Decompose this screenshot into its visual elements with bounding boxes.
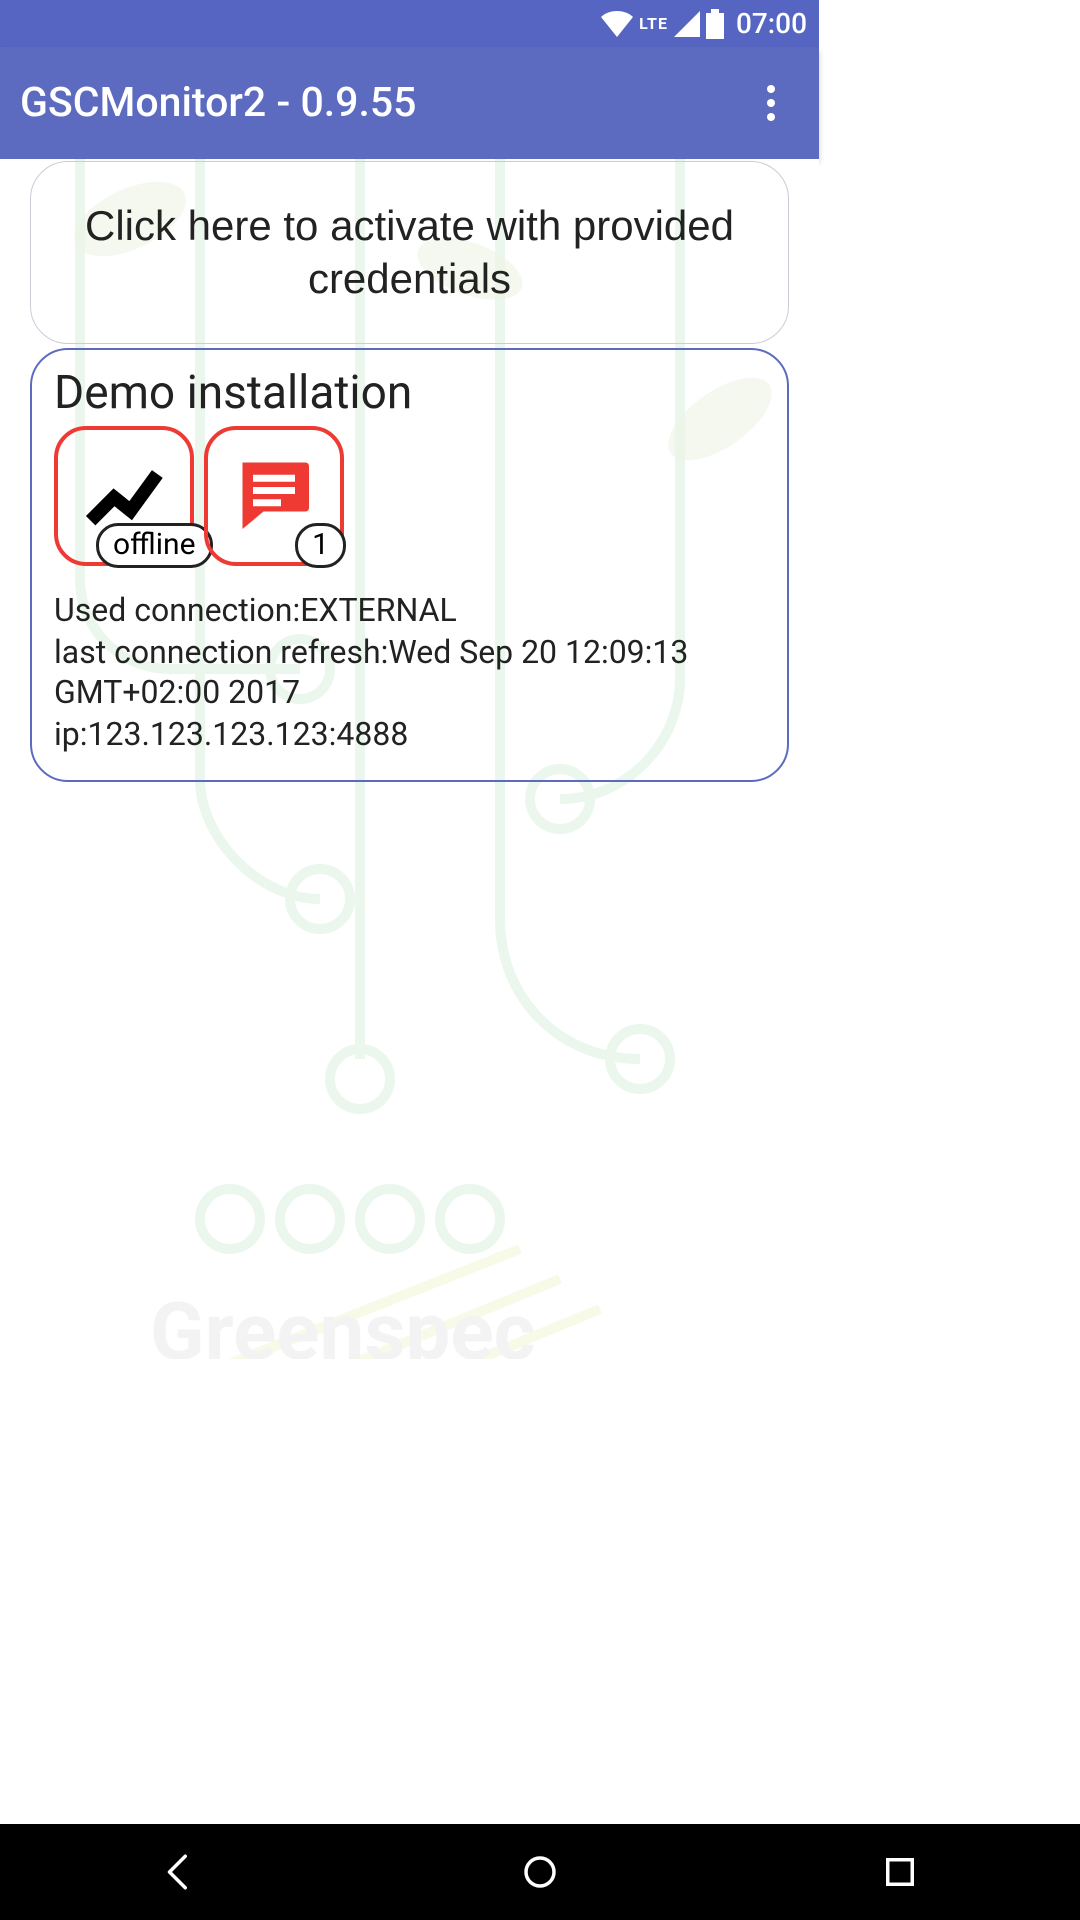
installation-card[interactable]: Demo installation offline <box>30 348 789 782</box>
clock: 07:00 <box>736 7 807 40</box>
ip-value: 123.123.123.123:4888 <box>88 715 409 753</box>
activate-credentials-button[interactable]: Click here to activate with provided cre… <box>30 161 789 344</box>
installation-title: Demo installation <box>54 366 765 420</box>
recents-button[interactable] <box>840 1842 960 1902</box>
system-nav-bar <box>0 1824 1080 1920</box>
app-bar: GSCMonitor2 - 0.9.55 <box>0 47 819 159</box>
overflow-menu-button[interactable] <box>743 75 799 131</box>
message-count-badge: 1 <box>295 523 346 568</box>
back-icon <box>159 1851 201 1893</box>
wifi-icon <box>601 11 633 37</box>
used-connection-label: Used connection: <box>54 591 300 629</box>
content-area: Greenspec Click here to activate with pr… <box>0 159 819 1360</box>
home-button[interactable] <box>480 1842 600 1902</box>
battery-icon <box>706 9 724 39</box>
tile-row: offline 1 <box>54 426 765 566</box>
lte-label: LTE <box>639 14 668 33</box>
installation-info: Used connection:EXTERNAL last connection… <box>54 590 765 754</box>
messages-tile[interactable]: 1 <box>204 426 344 566</box>
status-bar: LTE 07:00 <box>0 0 819 47</box>
brand-watermark: Greenspec <box>150 1285 535 1359</box>
status-badge: offline <box>96 523 213 568</box>
status-tile[interactable]: offline <box>54 426 194 566</box>
circle-icon <box>519 1851 561 1893</box>
vertical-dots-icon <box>767 85 775 93</box>
last-refresh-label: last connection refresh: <box>54 633 388 671</box>
app-title: GSCMonitor2 - 0.9.55 <box>20 79 743 127</box>
signal-icon <box>674 11 700 37</box>
square-icon <box>879 1851 921 1893</box>
used-connection-value: EXTERNAL <box>300 591 456 629</box>
back-button[interactable] <box>120 1842 240 1902</box>
ip-label: ip: <box>54 715 88 753</box>
